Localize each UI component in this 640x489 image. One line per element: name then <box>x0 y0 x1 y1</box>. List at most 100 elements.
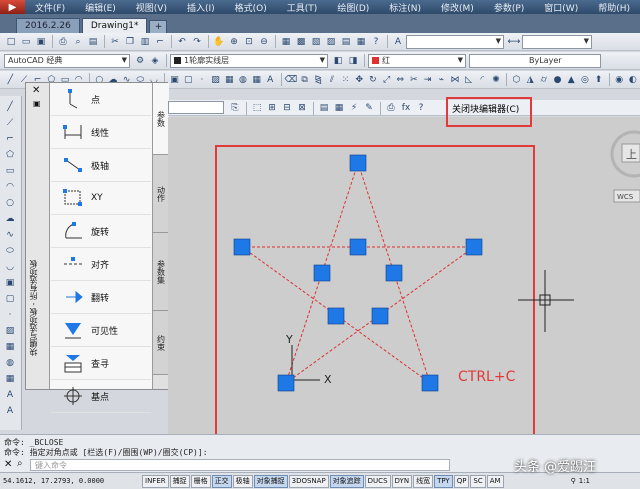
parameter-alignment[interactable]: 对齐 <box>51 248 151 281</box>
copy-object-icon[interactable]: ⧉ <box>298 73 311 87</box>
pan-icon[interactable]: ✋ <box>212 35 226 49</box>
stretch-icon[interactable]: ⇔ <box>394 73 407 87</box>
grips[interactable] <box>233 154 483 392</box>
auto-constrain-icon[interactable]: ⊞ <box>265 101 279 115</box>
point-icon[interactable]: · <box>2 308 18 321</box>
parameter-lookup[interactable]: 查寻 <box>51 347 151 380</box>
zoom-realtime-icon[interactable]: ⊕ <box>227 35 241 49</box>
tab-2016-2-26[interactable]: 2016.2.26 <box>16 18 80 33</box>
properties-icon[interactable]: ▦ <box>279 35 293 49</box>
spline-icon[interactable]: ∿ <box>2 228 18 241</box>
multiline-text-icon[interactable]: A <box>264 73 277 87</box>
match-properties-icon[interactable]: ⌐ <box>153 35 167 49</box>
rectangle-icon[interactable]: ▭ <box>2 164 18 177</box>
toggle-polar[interactable]: 极轴 <box>232 474 253 488</box>
close-icon[interactable]: ✕ <box>4 459 12 470</box>
undo-icon[interactable]: ↶ <box>175 35 189 49</box>
toggle-dyn[interactable]: DYN <box>391 474 413 488</box>
toggle-tpy[interactable]: TPY <box>434 474 453 488</box>
grip-inner-lower-left[interactable] <box>327 307 345 325</box>
move-icon[interactable]: ✥ <box>353 73 366 87</box>
grip-bottom-left[interactable] <box>277 374 295 392</box>
ellipse-arc-icon[interactable]: ◡ <box>2 260 18 273</box>
menu-insert[interactable]: 插入(I) <box>177 1 225 14</box>
close-icon[interactable]: ✕ <box>32 85 40 96</box>
tab-drawing1[interactable]: Drawing1* <box>81 18 148 33</box>
layer-previous-icon[interactable]: ◨ <box>346 54 360 68</box>
calculator-icon[interactable]: ▦ <box>354 35 368 49</box>
geometric-constraint-icon[interactable]: ⊟ <box>280 101 294 115</box>
break-icon[interactable]: ⌁ <box>435 73 448 87</box>
menu-parametric[interactable]: 参数(P) <box>484 1 534 14</box>
menu-edit[interactable]: 编辑(E) <box>75 1 126 14</box>
torus-icon[interactable]: ◎ <box>579 73 592 87</box>
text-style-icon[interactable]: A <box>391 35 405 49</box>
wedge-icon[interactable]: ◮ <box>524 73 537 87</box>
gradient-icon[interactable]: ▦ <box>223 73 236 87</box>
parameter-manager-icon[interactable]: ▦ <box>332 101 346 115</box>
parameter-polar[interactable]: 极轴 <box>51 149 151 182</box>
scale-icon[interactable]: ⤢ <box>380 73 393 87</box>
annotation-scale-icon[interactable]: ⚲ <box>571 477 576 485</box>
linetype-dropdown[interactable]: ByLayer <box>469 53 601 68</box>
toggle-sc[interactable]: SC <box>470 474 486 488</box>
save-block-icon[interactable]: ⎘ <box>228 101 242 115</box>
grip-top[interactable] <box>349 154 367 172</box>
trim-icon[interactable]: ✂ <box>408 73 421 87</box>
command-input[interactable]: 键入命令 <box>30 459 450 471</box>
grip-bottom-right[interactable] <box>421 374 439 392</box>
menu-dimension[interactable]: 标注(N) <box>379 1 431 14</box>
parameter-basepoint[interactable]: 基点 <box>51 380 151 413</box>
markup-icon[interactable]: ▤ <box>339 35 353 49</box>
chamfer-icon[interactable]: ◺ <box>462 73 475 87</box>
tab-constraints[interactable]: 约束 <box>153 311 169 375</box>
table-icon[interactable]: ▦ <box>250 73 263 87</box>
grip-left[interactable] <box>233 238 251 256</box>
parameter-xy[interactable]: XY <box>51 182 151 215</box>
circle-icon[interactable]: ○ <box>2 196 18 209</box>
menu-help[interactable]: 帮助(H) <box>588 1 640 14</box>
block-table-icon[interactable]: ▤ <box>317 101 331 115</box>
hatch-icon[interactable]: ▨ <box>209 73 222 87</box>
polyline-icon[interactable]: ⌐ <box>2 132 18 145</box>
rotate-icon[interactable]: ↻ <box>367 73 380 87</box>
toggle-osnap[interactable]: 对象捕捉 <box>253 474 288 488</box>
layer-dropdown[interactable]: 1轮廓实线层 ▼ <box>170 53 328 68</box>
print-icon[interactable]: ⎙ <box>56 35 70 49</box>
menu-file[interactable]: 文件(F) <box>25 1 75 14</box>
region-icon[interactable]: ◍ <box>2 356 18 369</box>
explode-icon[interactable]: ✺ <box>490 73 503 87</box>
cone-icon[interactable]: ▲ <box>565 73 578 87</box>
arc-icon[interactable]: ◠ <box>2 180 18 193</box>
toggle-lineweight[interactable]: 线宽 <box>413 474 434 488</box>
parameter-rotation[interactable]: 旋转 <box>51 215 151 248</box>
save-icon[interactable]: ▣ <box>34 35 48 49</box>
join-icon[interactable]: ⋈ <box>449 73 462 87</box>
menu-draw[interactable]: 绘图(D) <box>327 1 379 14</box>
block-name-field[interactable] <box>168 101 224 114</box>
line-icon[interactable]: ╱ <box>4 73 17 87</box>
toggle-snap[interactable]: 捕捉 <box>169 474 190 488</box>
polygon-icon[interactable]: ⬠ <box>2 148 18 161</box>
revision-cloud-icon[interactable]: ☁ <box>2 212 18 225</box>
menu-modify[interactable]: 修改(M) <box>431 1 484 14</box>
design-center-icon[interactable]: ▩ <box>294 35 308 49</box>
parameter-linear[interactable]: 线性 <box>51 116 151 149</box>
layer-properties-icon[interactable]: ◈ <box>148 54 162 68</box>
redo-icon[interactable]: ↷ <box>190 35 204 49</box>
make-current-layer-icon[interactable]: ◧ <box>331 54 345 68</box>
offset-icon[interactable]: ⫽ <box>326 73 339 87</box>
point-icon[interactable]: · <box>196 73 209 87</box>
star-geometry[interactable] <box>241 162 475 384</box>
extend-icon[interactable]: ⇥ <box>421 73 434 87</box>
line-icon[interactable]: ╱ <box>2 100 18 113</box>
zoom-window-icon[interactable]: ⊡ <box>242 35 256 49</box>
mirror-icon[interactable]: ⧎ <box>312 73 325 87</box>
cube-icon[interactable]: ⬡ <box>510 73 523 87</box>
menu-format[interactable]: 格式(O) <box>225 1 277 14</box>
text-style-dropdown[interactable]: ▼ <box>406 34 504 49</box>
dimension-style-dropdown[interactable]: ▼ <box>522 34 592 49</box>
materials-icon[interactable]: ◐ <box>626 73 639 87</box>
parameter-flip[interactable]: 翻转 <box>51 281 151 314</box>
help-icon[interactable]: ? <box>369 35 383 49</box>
